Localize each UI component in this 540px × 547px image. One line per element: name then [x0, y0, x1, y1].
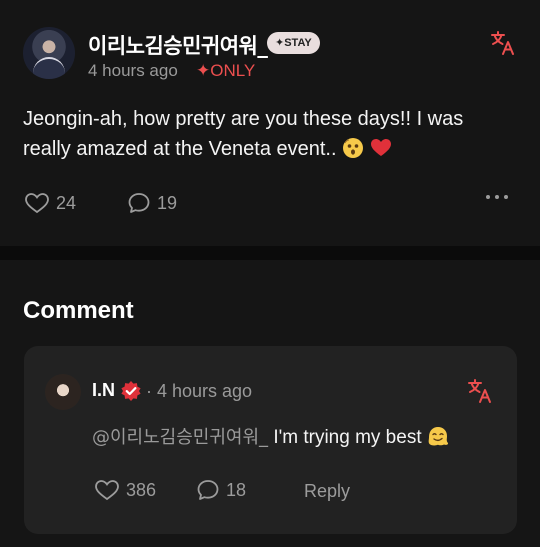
- comment-like-count: 386: [126, 479, 157, 500]
- comment-reply-count: 18: [226, 479, 247, 500]
- comment-timestamp: · 4 hours ago: [146, 381, 253, 401]
- heart-icon: [25, 193, 49, 214]
- comment-bubble-icon: [197, 480, 219, 500]
- more-icon[interactable]: [486, 195, 508, 199]
- comment-translate-icon[interactable]: [467, 378, 493, 404]
- comment-body: @이리노김승민귀여워_ I'm trying my best: [92, 423, 449, 449]
- post-comment-button[interactable]: 19: [127, 191, 177, 215]
- post-timestamp: 4 hours ago: [88, 61, 178, 80]
- comment-author-name[interactable]: I.N: [92, 380, 115, 401]
- comment-mention[interactable]: @이리노김승민귀여워_: [92, 427, 268, 448]
- comment-replies-button[interactable]: 18: [196, 478, 246, 502]
- translate-icon[interactable]: [490, 30, 516, 56]
- comment-bubble-icon: [128, 193, 150, 213]
- post-like-count: 24: [56, 192, 77, 213]
- melting-face-emoji-icon: [428, 427, 448, 446]
- red-heart-emoji-icon: [370, 139, 391, 156]
- post-comment-count: 19: [157, 192, 178, 213]
- reply-button[interactable]: Reply: [304, 481, 350, 502]
- verified-badge-icon: [121, 381, 141, 401]
- comment-avatar[interactable]: [45, 374, 81, 410]
- heart-icon: [95, 480, 119, 501]
- post-body-line1: Jeongin-ah, how pretty are you these day…: [23, 108, 464, 130]
- comment-section-title: Comment: [23, 297, 134, 324]
- author-avatar[interactable]: [23, 27, 75, 79]
- post-like-button[interactable]: 24: [24, 191, 76, 215]
- only-tag: ✦ONLY: [196, 61, 256, 80]
- stay-badge: ✦STAY: [267, 32, 320, 54]
- astonished-emoji-icon: [343, 138, 364, 158]
- post-author-name[interactable]: 이리노김승민귀여워_: [88, 30, 268, 60]
- section-divider: [0, 246, 540, 260]
- post-body-line2: really amazed at the Veneta event..: [23, 138, 337, 160]
- comment-like-button[interactable]: 386: [94, 478, 156, 502]
- comment-text: I'm trying my best: [273, 427, 422, 448]
- post-body: Jeongin-ah, how pretty are you these day…: [23, 104, 523, 164]
